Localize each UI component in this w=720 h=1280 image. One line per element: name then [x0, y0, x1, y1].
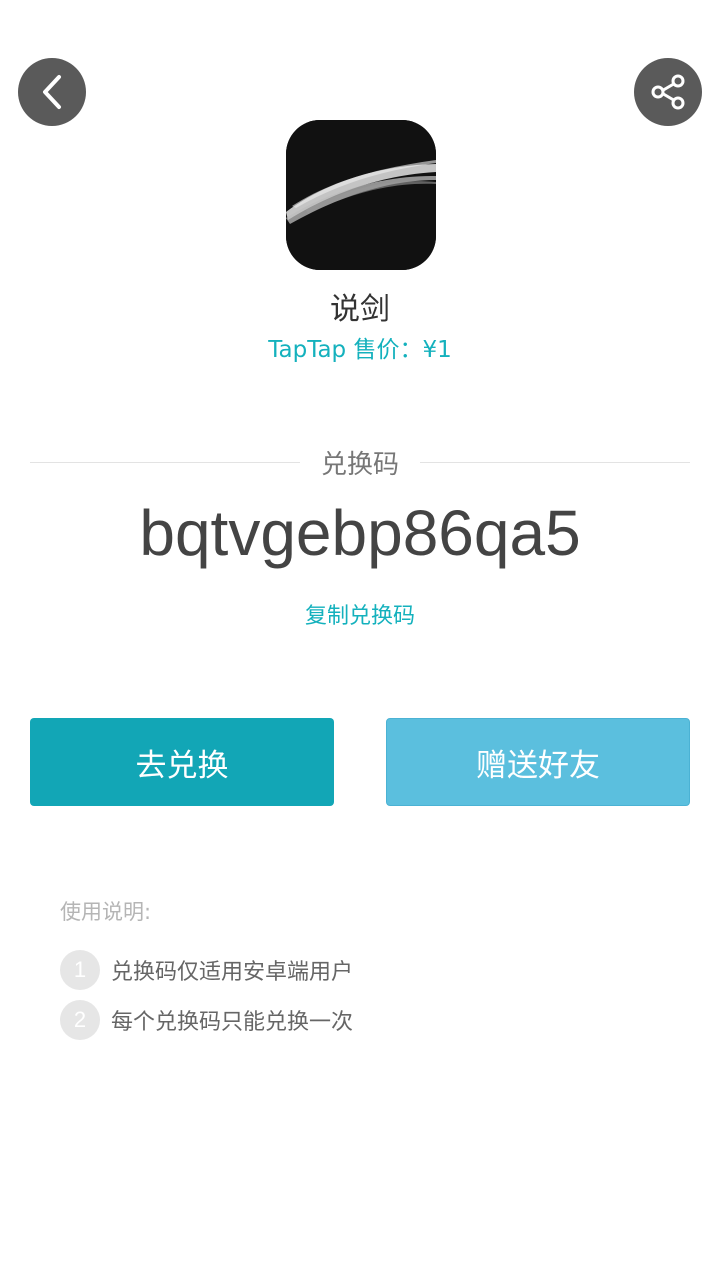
redeem-code: bqtvgebp86qa5 — [139, 497, 581, 569]
share-button[interactable] — [634, 58, 702, 126]
app-icon — [286, 120, 436, 270]
chevron-left-icon — [43, 75, 61, 109]
back-button[interactable] — [18, 58, 86, 126]
rule-number-badge: 1 — [60, 950, 100, 990]
gift-friend-button[interactable]: 赠送好友 — [386, 718, 690, 806]
rule-text: 每个兑换码只能兑换一次 — [111, 1010, 354, 1035]
rule-number-badge: 2 — [60, 1000, 100, 1040]
divider-right — [420, 462, 690, 463]
brush-stroke-icon — [286, 120, 436, 270]
rule-text: 兑换码仅适用安卓端用户 — [111, 960, 354, 985]
redeem-button[interactable]: 去兑换 — [30, 718, 334, 806]
copy-code-link[interactable]: 复制兑换码 — [0, 598, 720, 630]
rule-item: 1 兑换码仅适用安卓端用户 — [60, 950, 353, 990]
share-icon — [651, 74, 685, 110]
section-label: 兑换码 — [320, 450, 399, 480]
divider-left — [30, 462, 300, 463]
usage-title: 使用说明: — [60, 900, 152, 924]
rule-item: 2 每个兑换码只能兑换一次 — [60, 1000, 353, 1040]
app-price: TapTap 售价：¥1 — [268, 337, 452, 363]
app-name: 说剑 — [330, 292, 390, 327]
